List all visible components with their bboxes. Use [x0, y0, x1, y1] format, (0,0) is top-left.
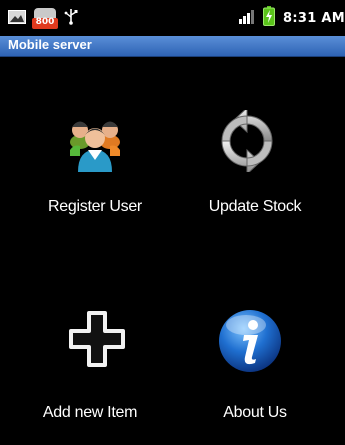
title-bar: Mobile server: [0, 36, 345, 57]
register-user-label: Register User: [48, 198, 142, 215]
add-new-item-label: Add new Item: [42, 404, 138, 421]
users-icon: [64, 110, 126, 176]
notification-badge: 800: [35, 17, 55, 27]
notification-app-icon: 800: [32, 6, 58, 30]
status-bar: 800 8:31 AM: [0, 0, 345, 36]
clock: 8:31 AM: [283, 10, 345, 26]
status-bar-right: 8:31 AM: [239, 6, 345, 30]
signal-icon: [239, 9, 255, 28]
register-user-button[interactable]: Register User: [20, 100, 170, 230]
info-icon: [216, 307, 284, 379]
about-us-label: About Us: [223, 404, 287, 421]
refresh-icon: [216, 106, 278, 176]
picture-icon: [8, 9, 26, 28]
add-new-item-button[interactable]: Add new Item: [15, 305, 165, 435]
battery-icon: [263, 6, 276, 30]
status-bar-left: 800: [8, 6, 78, 30]
app-title: Mobile server: [8, 37, 92, 52]
plus-icon: [67, 309, 127, 373]
usb-icon: [64, 7, 78, 29]
update-stock-button[interactable]: Update Stock: [180, 100, 330, 230]
about-us-button[interactable]: About Us: [180, 305, 330, 435]
update-stock-label: Update Stock: [208, 198, 302, 215]
